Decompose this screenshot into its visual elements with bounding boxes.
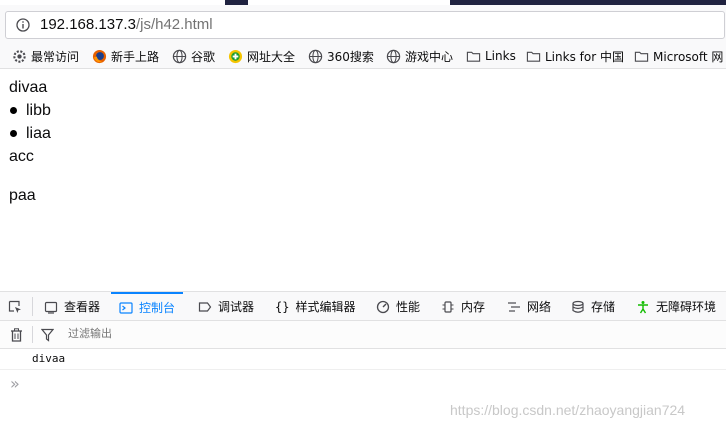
toolbar-divider: [32, 326, 33, 343]
bookmark-folder-links-china[interactable]: Links for 中国: [526, 47, 624, 65]
performance-icon: [376, 300, 390, 313]
tab-network[interactable]: 网络: [507, 292, 551, 321]
tab-inspector[interactable]: 查看器: [44, 292, 100, 321]
bullet-icon: [10, 107, 17, 114]
accessibility-icon: [638, 300, 648, 313]
tab-label: 存储: [591, 300, 616, 314]
list-item: liaa: [9, 122, 51, 145]
tab-debugger[interactable]: 调试器: [198, 292, 254, 321]
after-list-text: acc: [9, 148, 34, 165]
navigation-toolbar: 192.168.137.3/js/h42.html: [0, 5, 726, 43]
console-input-prompt[interactable]: »: [10, 374, 20, 393]
braces-icon: {}: [275, 299, 290, 314]
tab-label: 网络: [527, 300, 552, 314]
globe-icon: [172, 49, 187, 63]
bookmark-label: Links for 中国: [545, 49, 624, 64]
bookmark-folder-microsoft[interactable]: Microsoft 网: [634, 47, 723, 65]
element-picker-icon: [8, 300, 21, 313]
bookmark-label: 新手上路: [111, 49, 160, 64]
tab-label: 查看器: [64, 300, 101, 314]
tab-accessibility[interactable]: 无障碍环境: [636, 292, 716, 321]
tab-performance[interactable]: 性能: [376, 292, 420, 321]
folder-icon: [526, 51, 541, 62]
div-text: divaa: [9, 79, 48, 96]
globe-icon: [386, 49, 401, 63]
bookmark-label: 360搜索: [327, 49, 374, 64]
filter-output-input[interactable]: [68, 327, 368, 340]
tab-label: 性能: [396, 300, 421, 314]
bookmark-site-directory[interactable]: 网址大全: [228, 47, 295, 65]
globe-icon: [308, 49, 323, 63]
url-text[interactable]: 192.168.137.3/js/h42.html: [40, 16, 213, 33]
tab-storage[interactable]: 存储: [571, 292, 615, 321]
bookmark-label: 游戏中心: [405, 49, 454, 64]
tab-style-editor[interactable]: {} 样式编辑器: [275, 292, 355, 321]
tab-memory[interactable]: 内存: [441, 292, 485, 321]
trash-icon[interactable]: [10, 328, 23, 342]
watermark-text: https://blog.csdn.net/zhaoyangjian724: [450, 402, 686, 418]
url-path: /js/h42.html: [135, 16, 213, 33]
list-item-text: liaa: [26, 125, 51, 142]
list-item: libb: [9, 99, 51, 122]
url-host: 192.168.137.3: [40, 16, 136, 33]
bookmark-label: 谷歌: [191, 49, 216, 64]
bullet-icon: [10, 130, 17, 137]
console-filter-bar: [0, 321, 726, 349]
bookmark-folder-links[interactable]: Links: [466, 47, 516, 65]
bookmarks-toolbar: 最常访问 新手上路 谷歌 网址大全 360搜索 游戏中心 Links Links…: [0, 43, 726, 69]
firefox-icon: [92, 49, 107, 63]
tab-console[interactable]: 控制台: [111, 292, 184, 321]
console-message-text: divaa: [32, 352, 66, 365]
toolbar-divider: [32, 297, 33, 316]
memory-icon: [442, 300, 454, 313]
folder-icon: [466, 51, 481, 62]
element-picker-button[interactable]: [8, 292, 22, 321]
bookmark-label: Microsoft 网: [653, 49, 724, 64]
list-item-text: libb: [26, 102, 51, 119]
tab-label: 无障碍环境: [656, 300, 717, 314]
console-message: divaa: [0, 349, 726, 370]
bookmark-google[interactable]: 谷歌: [172, 47, 215, 65]
folder-icon: [634, 51, 649, 62]
paragraph-text: paa: [9, 187, 36, 204]
console-icon: [119, 301, 133, 314]
bookmark-360-search[interactable]: 360搜索: [308, 47, 374, 65]
tab-label: 控制台: [139, 301, 176, 315]
debugger-icon: [198, 301, 212, 312]
tab-label: 内存: [461, 300, 486, 314]
devtools-toolbar: 查看器 控制台 调试器 {} 样式编辑器 性能 内存 网络 存储 无障碍环境: [0, 291, 726, 321]
storage-icon: [572, 300, 584, 313]
bookmark-getting-started[interactable]: 新手上路: [92, 47, 159, 65]
bookmark-most-visited[interactable]: 最常访问: [12, 47, 79, 65]
inspector-icon: [44, 301, 58, 314]
bookmark-label: 网址大全: [247, 49, 296, 64]
prompt-chevron-icon: »: [10, 374, 20, 393]
bookmark-game-center[interactable]: 游戏中心: [386, 47, 453, 65]
filter-icon: [41, 328, 54, 342]
tab-label: 调试器: [218, 300, 255, 314]
gear-icon: [13, 49, 26, 63]
address-bar[interactable]: 192.168.137.3/js/h42.html: [5, 11, 725, 39]
page-content: divaa libb liaa acc paa: [9, 76, 51, 207]
site-directory-icon: [228, 49, 243, 63]
tab-label: 样式编辑器: [295, 300, 356, 314]
info-icon[interactable]: [16, 18, 30, 32]
bookmark-label: Links: [485, 49, 516, 63]
bookmark-label: 最常访问: [31, 49, 80, 64]
network-icon: [508, 301, 520, 312]
